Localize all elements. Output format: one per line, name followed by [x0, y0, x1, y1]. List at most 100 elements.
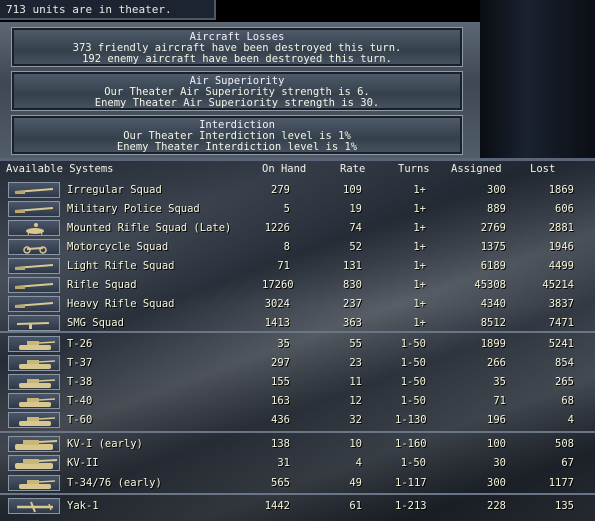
header-turns: Turns	[398, 163, 430, 175]
rifle-icon[interactable]	[8, 182, 60, 198]
rate-value: 23	[349, 357, 362, 369]
assigned-value: 6189	[480, 260, 506, 272]
rate-value: 830	[343, 279, 362, 291]
rifle-icon[interactable]	[8, 277, 60, 293]
tank-icon[interactable]	[8, 374, 60, 390]
turns-value: 1-160	[395, 438, 427, 450]
system-name: KV-I (early)	[67, 438, 143, 450]
heavy-tank-icon[interactable]	[8, 436, 60, 452]
right-background-panel	[480, 0, 595, 160]
system-name: Yak-1	[67, 500, 99, 512]
system-name: T-40	[67, 395, 93, 407]
tank-icon[interactable]	[8, 412, 60, 428]
turns-value: 1-50	[400, 457, 426, 469]
assigned-value: 4340	[480, 298, 506, 310]
system-name: T-60	[67, 414, 93, 426]
lost-value: 7471	[548, 317, 574, 329]
smg-icon[interactable]	[8, 315, 60, 331]
rate-value: 11	[349, 376, 362, 388]
assigned-value: 300	[487, 184, 506, 196]
table-row[interactable]: Motorcycle Squad 8 52 1+ 1375 1946	[0, 238, 595, 257]
rate-value: 55	[349, 338, 362, 350]
system-name: Mounted Rifle Squad (Late)	[67, 222, 232, 234]
heavy-tank-icon[interactable]	[8, 455, 60, 471]
table-row[interactable]: T-40 163 12 1-50 71 68	[0, 392, 595, 411]
assigned-value: 196	[487, 414, 506, 426]
assigned-value: 100	[487, 438, 506, 450]
on-hand-value: 155	[271, 376, 290, 388]
tank-icon[interactable]	[8, 475, 60, 491]
table-row[interactable]: T-34/76 (early) 565 49 1-117 300 1177	[0, 474, 595, 493]
rate-value: 32	[349, 414, 362, 426]
assigned-value: 8512	[480, 317, 506, 329]
rifle-icon[interactable]	[8, 201, 60, 217]
table-row[interactable]: Mounted Rifle Squad (Late) 1226 74 1+ 2769 28…	[0, 219, 595, 238]
rate-value: 61	[349, 500, 362, 512]
rate-value: 4	[355, 457, 362, 469]
header-lost: Lost	[530, 163, 556, 175]
rate-value: 109	[343, 184, 362, 196]
table-row[interactable]: KV-I (early) 138 10 1-160 100 508	[0, 435, 595, 454]
table-row[interactable]: T-38 155 11 1-50 35 265	[0, 373, 595, 392]
header-rate: Rate	[340, 163, 366, 175]
on-hand-value: 279	[271, 184, 290, 196]
turns-value: 1+	[413, 298, 426, 310]
rate-value: 49	[349, 477, 362, 489]
table-row[interactable]: T-60 436 32 1-130 196 4	[0, 411, 595, 430]
rate-value: 12	[349, 395, 362, 407]
turns-value: 1-50	[400, 376, 426, 388]
turns-value: 1+	[413, 317, 426, 329]
fighter-plane-icon[interactable]	[8, 498, 60, 514]
assigned-value: 35	[493, 376, 506, 388]
tank-icon[interactable]	[8, 355, 60, 371]
table-row[interactable]: Light Rifle Squad 71 131 1+ 6189 4499	[0, 257, 595, 276]
table-row[interactable]: KV-II 31 4 1-50 30 67	[0, 454, 595, 473]
on-hand-value: 5	[283, 203, 290, 215]
aircraft-losses-box: Aircraft Losses 373 friendly aircraft ha…	[11, 27, 463, 67]
assigned-value: 266	[487, 357, 506, 369]
tank-icon[interactable]	[8, 336, 60, 352]
on-hand-value: 436	[271, 414, 290, 426]
units-in-theater-status: 713 units are in theater.	[0, 0, 216, 20]
table-row[interactable]: Irregular Squad 279 109 1+ 300 1869	[0, 181, 595, 200]
horse-rider-icon[interactable]	[8, 220, 60, 236]
theater-reports-panel: Aircraft Losses 373 friendly aircraft ha…	[0, 22, 480, 158]
system-name: Irregular Squad	[67, 184, 162, 196]
assigned-value: 228	[487, 500, 506, 512]
table-row[interactable]: Heavy Rifle Squad 3024 237 1+ 4340 3837	[0, 295, 595, 314]
table-row[interactable]: SMG Squad 1413 363 1+ 8512 7471	[0, 314, 595, 333]
table-row[interactable]: Yak-1 1442 61 1-213 228 135	[0, 497, 595, 516]
lost-value: 3837	[548, 298, 574, 310]
table-row[interactable]: Military Police Squad 5 19 1+ 889 606	[0, 200, 595, 219]
lost-value: 265	[555, 376, 574, 388]
lost-value: 4499	[548, 260, 574, 272]
lost-value: 135	[555, 500, 574, 512]
on-hand-value: 1226	[264, 222, 290, 234]
interdiction-box: Interdiction Our Theater Interdiction le…	[11, 115, 463, 155]
table-row[interactable]: T-26 35 55 1-50 1899 5241	[0, 335, 595, 354]
system-name: T-38	[67, 376, 93, 388]
on-hand-value: 3024	[264, 298, 290, 310]
header-assigned: Assigned	[451, 163, 502, 175]
on-hand-value: 8	[283, 241, 290, 253]
turns-value: 1+	[413, 184, 426, 196]
on-hand-value: 138	[271, 438, 290, 450]
rifle-icon[interactable]	[8, 296, 60, 312]
turns-value: 1+	[413, 222, 426, 234]
row-group-separator	[0, 431, 595, 433]
turns-value: 1-50	[400, 395, 426, 407]
system-name: KV-II	[67, 457, 99, 469]
lost-value: 45214	[542, 279, 574, 291]
table-row[interactable]: T-37 297 23 1-50 266 854	[0, 354, 595, 373]
lost-value: 1869	[548, 184, 574, 196]
system-name: Heavy Rifle Squad	[67, 298, 175, 310]
assigned-value: 300	[487, 477, 506, 489]
rifle-icon[interactable]	[8, 258, 60, 274]
system-name: T-26	[67, 338, 93, 350]
tank-icon[interactable]	[8, 393, 60, 409]
table-row[interactable]: Rifle Squad 17260 830 1+ 45308 45214	[0, 276, 595, 295]
motorcycle-icon[interactable]	[8, 239, 60, 255]
on-hand-value: 17260	[262, 279, 294, 291]
assigned-value: 30	[493, 457, 506, 469]
interdiction-enemy: Enemy Theater Interdiction level is 1%	[116, 141, 358, 153]
